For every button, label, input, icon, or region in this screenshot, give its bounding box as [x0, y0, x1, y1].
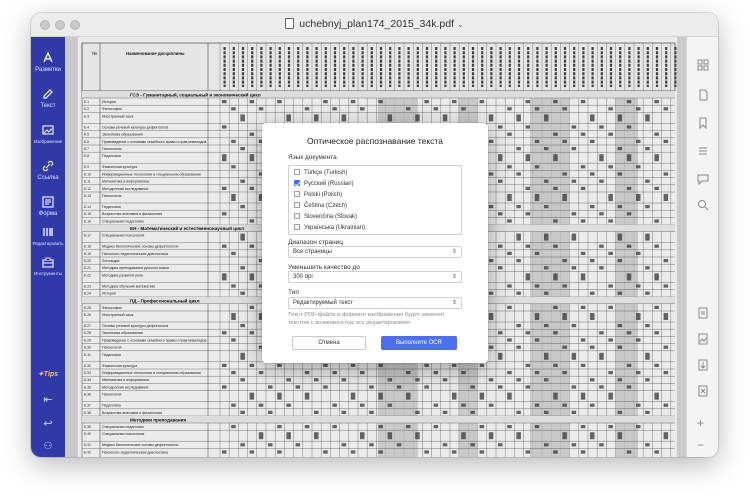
back-button[interactable]: ↩ [31, 417, 65, 431]
search-icon[interactable] [697, 199, 709, 211]
bookmark-icon[interactable] [697, 117, 709, 129]
form-icon [42, 196, 54, 208]
type-select[interactable]: Редактируемый текст ⇕ [288, 297, 462, 309]
zoom-in-icon[interactable]: + [697, 417, 709, 429]
type-label: Тип [288, 289, 299, 296]
account-button[interactable]: ⚇ [31, 441, 65, 455]
checkbox[interactable] [294, 169, 300, 175]
protect-icon[interactable] [697, 385, 709, 397]
language-label: Язык документа [288, 154, 337, 161]
outline-icon[interactable] [697, 145, 709, 157]
checkbox[interactable] [294, 191, 300, 197]
undo-icon: ↩ [43, 418, 53, 430]
toolbox-icon [42, 257, 54, 268]
language-option[interactable]: Slovenčina (Slovak) [294, 212, 357, 222]
sidebar-label: Редактировать [32, 241, 64, 246]
redact-icon [43, 228, 53, 236]
page-range-label: Диапазон страниц [288, 239, 344, 246]
window-title[interactable]: uchebnyj_plan174_2015_34k.pdf ⌄ [31, 18, 718, 30]
tips-label: ✦Tips [37, 371, 59, 378]
sidebar-label: Разметки [35, 67, 61, 73]
chevron-updown-icon: ⇕ [451, 249, 457, 255]
tips-item[interactable]: ✦Tips [31, 363, 65, 381]
sidebar-label: Текст [40, 103, 56, 109]
image-export-icon[interactable] [697, 333, 709, 345]
sidebar-label: Изображение [33, 139, 63, 144]
checkbox[interactable] [294, 224, 300, 230]
language-option[interactable]: Polski (Polish) [294, 190, 342, 200]
chevron-updown-icon: ⇕ [451, 300, 457, 306]
quality-label: Уменьшить качество до [288, 264, 360, 271]
language-list[interactable]: Türkçe (Turkish) Русский (Russian) Polsk… [288, 165, 462, 235]
language-option[interactable]: Русский (Russian) [294, 179, 354, 189]
page-range-select[interactable]: Все страницы ⇕ [288, 246, 462, 258]
ocr-dialog: Оптическое распознавание текста Язык док… [262, 123, 488, 363]
run-ocr-button[interactable]: Выполните OCR [381, 336, 457, 350]
page-icon[interactable] [697, 89, 709, 101]
sidebar-item-image[interactable]: Изображение [31, 123, 65, 144]
title-bar: uchebnyj_plan174_2015_34k.pdf ⌄ [31, 13, 718, 37]
language-option[interactable]: Čeština (Czech) [294, 201, 347, 211]
language-option[interactable]: Türkçe (Turkish) [294, 168, 347, 178]
zoom-out-icon[interactable]: − [697, 439, 709, 451]
checkbox[interactable] [294, 213, 300, 219]
sidebar-item-text[interactable]: Текст [31, 87, 65, 109]
sidebar-item-markup[interactable]: Разметки [31, 51, 65, 73]
cancel-button[interactable]: Отмена [292, 336, 366, 350]
window-title-text: uchebnyj_plan174_2015_34k.pdf [299, 18, 455, 30]
user-icon: ⚇ [43, 441, 53, 452]
document-icon [285, 18, 295, 29]
thumbnails-icon[interactable] [697, 59, 709, 71]
convert-icon[interactable] [697, 307, 709, 319]
compress-icon[interactable] [697, 359, 709, 371]
chevron-down-icon: ⌄ [457, 20, 464, 29]
language-option[interactable]: Українська (Ukrainian) [294, 223, 365, 233]
image-icon [42, 125, 54, 135]
sidebar-item-tools[interactable]: Инструменты [31, 255, 65, 276]
sidebar-item-link[interactable]: Ссылка [31, 159, 65, 181]
dialog-title: Оптическое распознавание текста [307, 136, 443, 146]
link-icon [42, 160, 54, 172]
left-sidebar: Разметки Текст Изображение Ссылка Форма … [31, 37, 65, 457]
chevron-updown-icon: ⇕ [451, 274, 457, 280]
quality-select[interactable]: 300 dpi ⇕ [288, 271, 462, 283]
marker-icon [43, 51, 53, 63]
sidebar-label: Форма [38, 211, 58, 217]
checkbox-checked[interactable] [294, 180, 300, 186]
arrow-left-icon: ⇤ [43, 394, 53, 406]
sidebar-label: Ссылка [37, 175, 59, 181]
pen-icon [43, 89, 53, 99]
checkbox[interactable] [294, 202, 300, 208]
sidebar-item-redact[interactable]: Редактировать [31, 225, 65, 246]
prev-page-button[interactable]: ⇤ [31, 393, 65, 407]
ocr-description: Текст PDF-файла в формате изображения бу… [288, 312, 445, 326]
comment-icon[interactable] [697, 173, 709, 185]
sidebar-label: Инструменты [33, 271, 63, 276]
right-toolbar: + − [686, 37, 718, 457]
sidebar-item-form[interactable]: Форма [31, 195, 65, 217]
